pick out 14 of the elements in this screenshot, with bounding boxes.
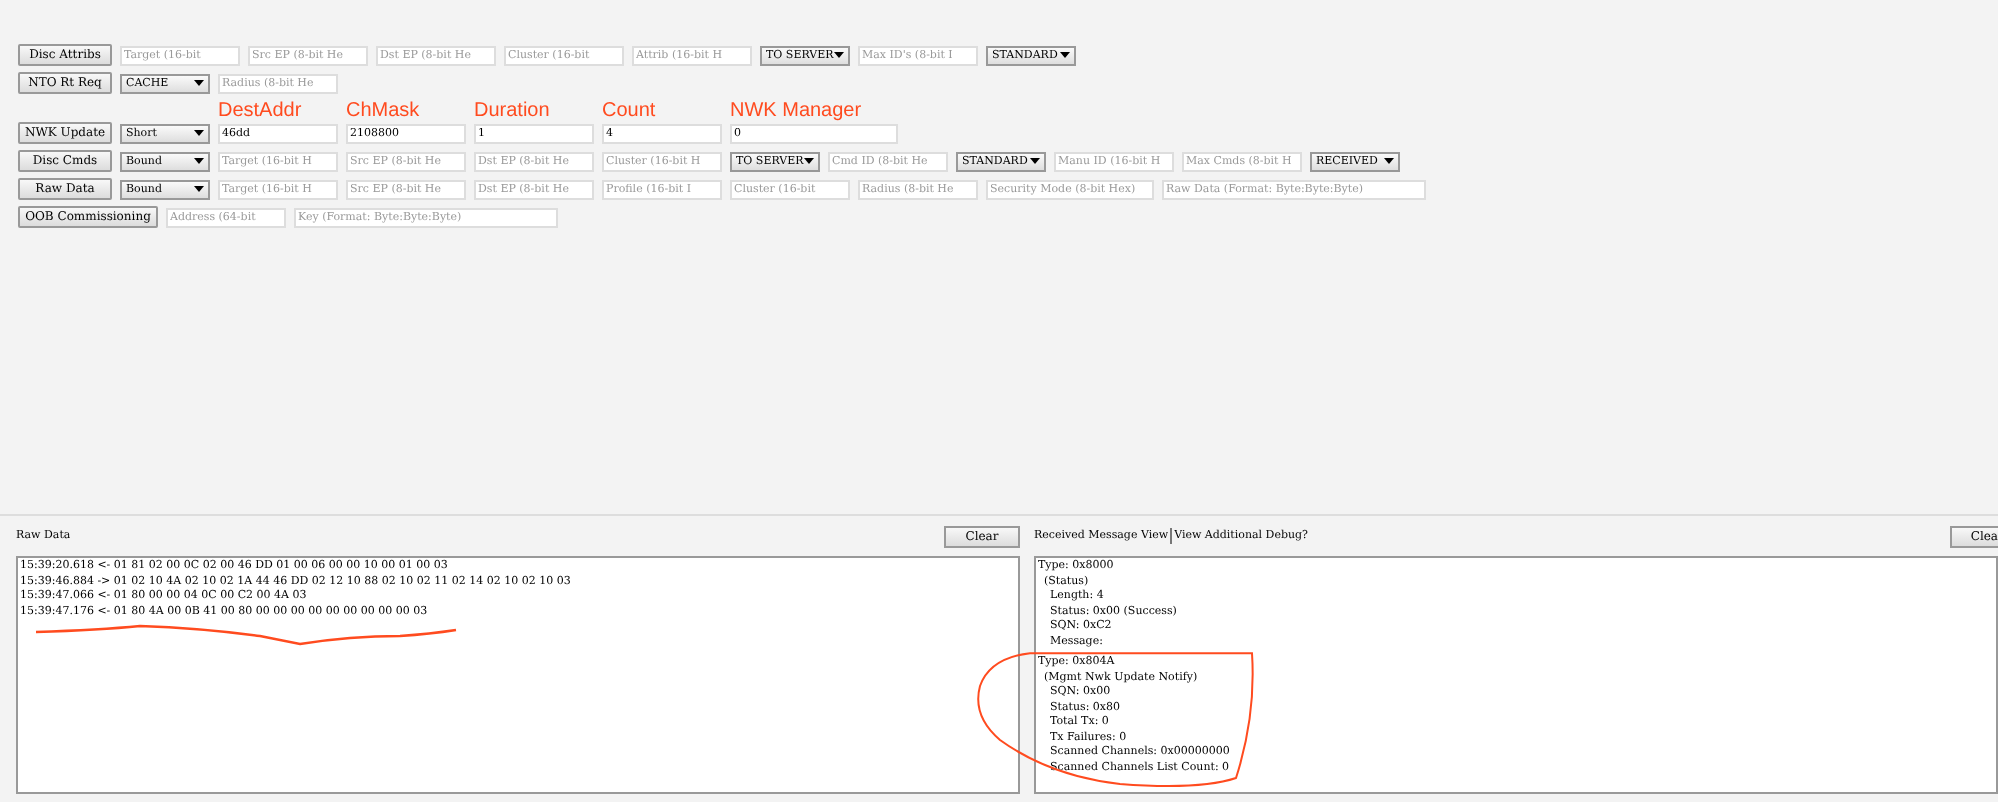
annotation-label: Duration — [474, 99, 550, 121]
annotation-label: Count — [602, 99, 656, 121]
caret-icon — [194, 80, 204, 86]
caret-icon — [194, 186, 204, 192]
caret-icon — [194, 130, 204, 136]
caret-icon — [804, 158, 814, 164]
caret-icon — [1060, 52, 1070, 58]
annotation-label: NWK Manager — [730, 99, 862, 121]
annotation-label: DestAddr — [218, 99, 302, 121]
caret-icon — [194, 158, 204, 164]
annotation-label: ChMask — [346, 99, 420, 121]
caret-icon — [1384, 158, 1394, 164]
caret-icon — [1030, 158, 1040, 164]
caret-icon — [834, 52, 844, 58]
